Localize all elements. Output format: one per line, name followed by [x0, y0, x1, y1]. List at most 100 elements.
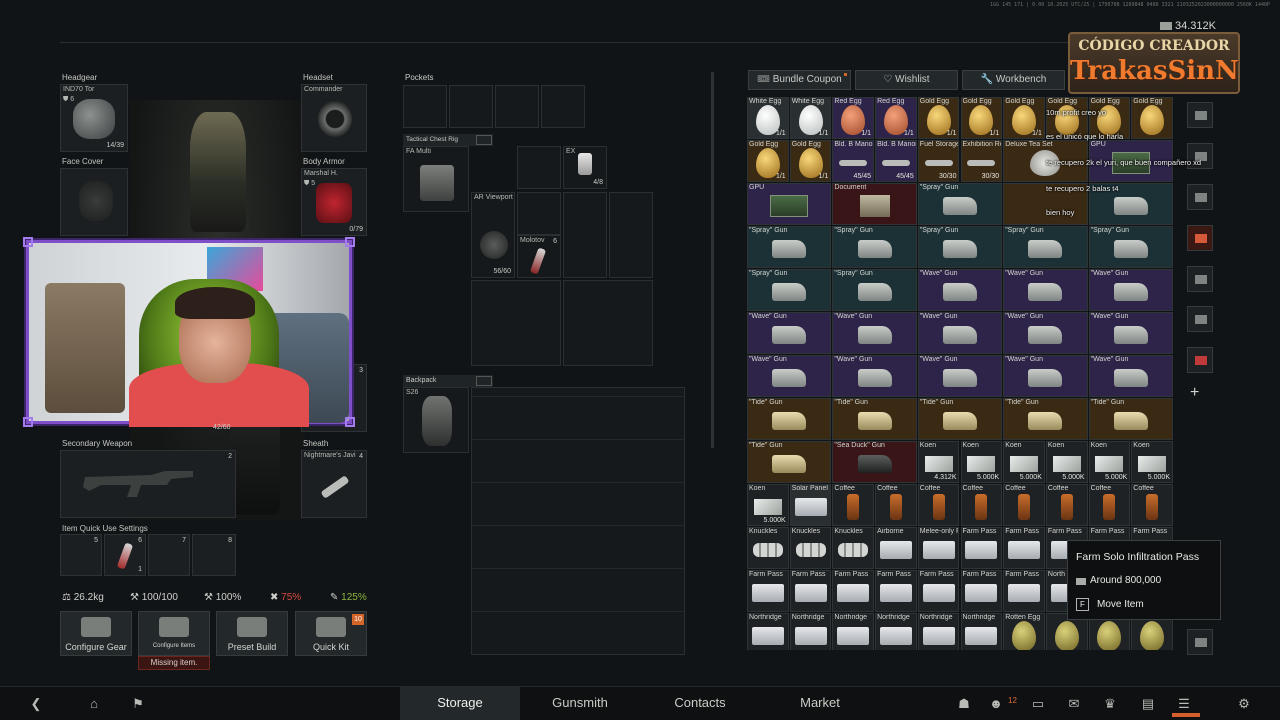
stash-item[interactable]: White Egg 1/1: [789, 97, 832, 139]
backpack-settings-icon[interactable]: [476, 376, 492, 386]
stash-filter-button[interactable]: [1187, 102, 1213, 128]
stash-item[interactable]: Rotten Egg: [1003, 613, 1045, 650]
stash-item[interactable]: Coffee: [1003, 484, 1045, 526]
stash-item[interactable]: Knuckles: [747, 527, 789, 569]
stash-item[interactable]: Northridge: [789, 613, 832, 650]
rig-cell[interactable]: AR Viewport 56/60: [471, 192, 515, 278]
stash-filter-button[interactable]: [1187, 225, 1213, 251]
friends-icon[interactable]: ☻: [988, 697, 1004, 711]
tab-storage[interactable]: Storage: [400, 687, 520, 720]
stash-item[interactable]: White Egg 1/1: [747, 97, 789, 139]
sheath-slot[interactable]: Nightmare's Javi 4: [301, 450, 367, 518]
rig-cell[interactable]: [471, 280, 561, 366]
stash-item[interactable]: Coffee: [832, 484, 875, 526]
stash-item[interactable]: Farm Pass: [960, 527, 1003, 569]
stash-item[interactable]: "Wave" Gun: [1003, 355, 1088, 397]
stash-item[interactable]: Red Egg 1/1: [832, 97, 875, 139]
stash-item[interactable]: Koen 5.000K: [960, 441, 1003, 483]
stash-item[interactable]: "Tide" Gun: [1088, 398, 1173, 440]
stash-item[interactable]: "Tide" Gun: [747, 398, 832, 440]
rig-cell[interactable]: Molotov 6: [517, 235, 561, 278]
add-container-icon[interactable]: +: [1190, 384, 1199, 402]
stash-filter-button[interactable]: [1187, 266, 1213, 292]
stash-item[interactable]: Gold Egg 1/1: [1003, 97, 1045, 139]
stash-item[interactable]: Northridge: [917, 613, 960, 650]
stash-item[interactable]: Bld. B Manor 45/45: [875, 140, 917, 182]
stash-item[interactable]: Northridge: [960, 613, 1003, 650]
pocket-slot[interactable]: [495, 85, 539, 128]
stash-item[interactable]: Farm Pass: [1003, 527, 1045, 569]
stash-item[interactable]: Document: [832, 183, 917, 225]
pocket-slot[interactable]: [449, 85, 493, 128]
stash-item[interactable]: "Tide" Gun: [747, 441, 832, 483]
stash-item[interactable]: "Wave" Gun: [1088, 312, 1173, 354]
stash-item[interactable]: Exhibition Room 30/30: [960, 140, 1003, 182]
backpack-slot[interactable]: S26: [403, 387, 469, 453]
stash-item[interactable]: "Wave" Gun: [1003, 269, 1088, 311]
pocket-slot[interactable]: [403, 85, 447, 128]
back-icon[interactable]: ❮: [28, 697, 44, 711]
rig-cell[interactable]: [563, 192, 607, 278]
tab-gunsmith[interactable]: Gunsmith: [520, 687, 640, 720]
stash-item[interactable]: GPU: [747, 183, 832, 225]
workbench-tab[interactable]: 🔧 Workbench: [962, 70, 1065, 90]
stash-item[interactable]: "Wave" Gun: [1088, 355, 1173, 397]
stash-item[interactable]: Red Egg 1/1: [875, 97, 917, 139]
stash-item[interactable]: Farm Pass: [917, 570, 960, 612]
quick-kit-button[interactable]: 10 Quick Kit: [295, 611, 367, 656]
squad-icon[interactable]: ☗: [956, 697, 972, 711]
flag-icon[interactable]: ⚑: [130, 697, 146, 711]
quick-use-slot-5[interactable]: 5: [60, 534, 102, 576]
rig-settings-icon[interactable]: [476, 135, 492, 145]
stash-item[interactable]: Coffee: [875, 484, 917, 526]
stash-item[interactable]: Northridge: [832, 613, 875, 650]
stash-filter-button[interactable]: [1187, 184, 1213, 210]
stash-item[interactable]: Farm Pass: [747, 570, 789, 612]
rig-cell[interactable]: [517, 146, 561, 189]
stash-item[interactable]: "Wave" Gun: [747, 312, 832, 354]
stash-item[interactable]: Airborne: [875, 527, 917, 569]
stash-item[interactable]: Gold Egg 1/1: [747, 140, 789, 182]
stash-item[interactable]: "Spray" Gun: [917, 226, 1003, 268]
stash-item[interactable]: "Spray" Gun: [747, 226, 832, 268]
headset-slot[interactable]: Commander: [301, 84, 367, 152]
stash-item[interactable]: Coffee: [917, 484, 960, 526]
stash-sort-button[interactable]: [1187, 629, 1213, 655]
stash-item[interactable]: "Wave" Gun: [1003, 312, 1088, 354]
pocket-slot[interactable]: [541, 85, 585, 128]
stash-item[interactable]: "Spray" Gun: [1003, 226, 1088, 268]
stash-item[interactable]: "Spray" Gun: [832, 226, 917, 268]
notes-icon[interactable]: ▤: [1140, 697, 1156, 711]
rig-cell[interactable]: [609, 192, 653, 278]
gear-icon[interactable]: ⚙: [1236, 697, 1252, 711]
quick-use-slot-7[interactable]: 7: [148, 534, 190, 576]
stash-item[interactable]: Melee-only Pass: [917, 527, 960, 569]
stash-item[interactable]: Farm Pass: [1003, 570, 1045, 612]
stash-item[interactable]: Bld. B Manor 45/45: [832, 140, 875, 182]
tab-contacts[interactable]: Contacts: [640, 687, 760, 720]
stash-item[interactable]: "Wave" Gun: [917, 355, 1003, 397]
stash-item[interactable]: Koen 5.000K: [747, 484, 789, 526]
stash-item[interactable]: Koen 5.000K: [1088, 441, 1131, 483]
menu-icon[interactable]: ☰: [1176, 697, 1192, 711]
inventory-scrollbar[interactable]: [711, 72, 714, 448]
configure-gear-button[interactable]: Configure Gear: [60, 611, 132, 656]
tactical-rig-slot[interactable]: FA Multi: [403, 146, 469, 212]
secondary-weapon-slot[interactable]: 2: [60, 450, 236, 518]
stash-item[interactable]: "Spray" Gun: [917, 183, 1003, 225]
stash-item[interactable]: "Tide" Gun: [917, 398, 1003, 440]
wishlist-tab[interactable]: ♡ Wishlist: [855, 70, 958, 90]
rig-cell[interactable]: [517, 192, 561, 235]
stash-item[interactable]: Koen 5.000K: [1003, 441, 1045, 483]
stash-item[interactable]: "Wave" Gun: [1088, 269, 1173, 311]
face-cover-slot[interactable]: [60, 168, 128, 236]
body-armor-slot[interactable]: Marshal H. ⛊ 5 0/79: [301, 168, 367, 236]
trophy-icon[interactable]: ♛: [1102, 697, 1118, 711]
stash-item[interactable]: Fuel Storage 30/30: [917, 140, 960, 182]
tab-market[interactable]: Market: [760, 687, 880, 720]
mail-icon[interactable]: ✉: [1066, 697, 1082, 711]
stash-item[interactable]: "Tide" Gun: [832, 398, 917, 440]
stash-item[interactable]: Gold Egg 1/1: [917, 97, 960, 139]
rig-cell[interactable]: [563, 280, 653, 366]
stash-item[interactable]: Farm Pass: [832, 570, 875, 612]
